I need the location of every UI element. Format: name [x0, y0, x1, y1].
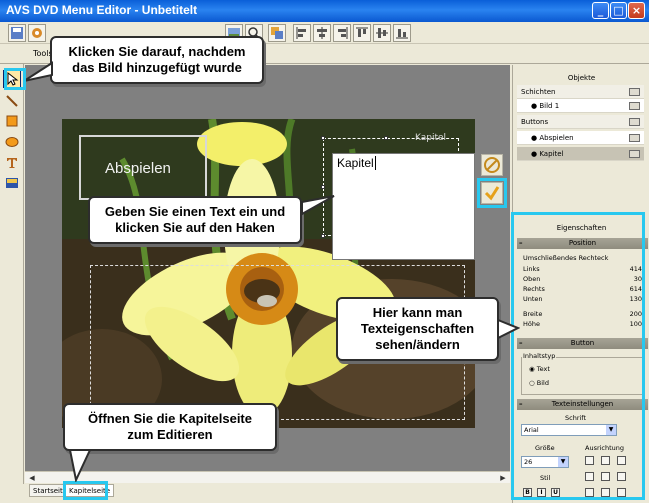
- align-extra-button[interactable]: [585, 488, 594, 497]
- callout-bottom-pointer: [68, 449, 92, 482]
- valign-top-button[interactable]: [585, 472, 594, 481]
- position-section-header[interactable]: – Position: [517, 238, 648, 249]
- resize-handle[interactable]: [321, 136, 325, 140]
- play-button-label: Abspielen: [105, 160, 171, 177]
- align-right-button[interactable]: [617, 456, 626, 465]
- align-extra-button[interactable]: [601, 488, 610, 497]
- content-type-label: Inhaltstyp: [522, 351, 557, 361]
- buttons-folder-icon: [629, 118, 640, 126]
- select-arrow-icon[interactable]: [3, 70, 21, 88]
- align-middle-icon[interactable]: [373, 24, 391, 42]
- cancel-icon: [484, 157, 500, 173]
- window-title: AVS DVD Menu Editor - Unbetitelt: [6, 3, 198, 17]
- callout-right: Hier kann man Texteigenschaften sehen/än…: [336, 297, 499, 361]
- buttons-header[interactable]: Buttons: [517, 115, 644, 129]
- button-thumb-icon: [629, 134, 640, 142]
- button-caption-cut: Kapitel: [415, 133, 447, 143]
- resize-handle[interactable]: [321, 185, 325, 189]
- button-item-abspielen[interactable]: ● Abspielen: [517, 131, 644, 145]
- minimize-button[interactable]: _: [592, 2, 609, 19]
- size-label: Größe: [535, 444, 555, 452]
- text-settings-section-header[interactable]: – Texteinstellungen: [517, 399, 648, 410]
- eye-icon: ●: [531, 150, 538, 158]
- field-bottom[interactable]: Unten 130: [523, 294, 645, 304]
- bold-button[interactable]: B: [523, 488, 532, 497]
- align-extra-button[interactable]: [617, 488, 626, 497]
- bounding-rect-label: Umschließendes Rechteck: [523, 254, 609, 262]
- line-tool-icon[interactable]: [3, 92, 21, 110]
- eye-icon: ●: [531, 134, 538, 142]
- align-top-icon[interactable]: [353, 24, 371, 42]
- rectangle-tool-icon[interactable]: [3, 112, 21, 130]
- content-type-group: [521, 357, 644, 395]
- scroll-right-icon[interactable]: ▶: [498, 473, 508, 483]
- title-bar: AVS DVD Menu Editor - Unbetitelt _ □ ×: [0, 0, 649, 22]
- align-center-button[interactable]: [601, 456, 610, 465]
- radio-image[interactable]: ○ Bild: [529, 378, 549, 388]
- callout-top: Klicken Sie darauf, nachdem das Bild hin…: [50, 36, 264, 84]
- callout-right-pointer: [497, 318, 520, 340]
- properties-panel-title: Eigenschaften: [556, 224, 607, 232]
- tools-palette: [0, 64, 24, 484]
- chevron-down-icon[interactable]: ▼: [558, 457, 568, 467]
- callout-middle-pointer: [301, 195, 335, 216]
- text-input-value: Kapitel: [337, 156, 374, 170]
- field-left[interactable]: Links 414: [523, 264, 645, 274]
- settings-icon[interactable]: [28, 24, 46, 42]
- callout-bottom: Öffnen Sie die Kapitelseite zum Editiere…: [63, 403, 277, 451]
- align-bottom-icon[interactable]: [393, 24, 411, 42]
- maximize-button[interactable]: □: [610, 2, 627, 19]
- field-right[interactable]: Rechts 614: [523, 284, 645, 294]
- button-thumb-icon: [629, 150, 640, 158]
- right-panel: Objekte Schichten ● Bild 1 Buttons ● Abs…: [512, 65, 649, 503]
- eye-icon: ●: [531, 102, 538, 110]
- font-label: Schrift: [565, 414, 587, 422]
- size-select[interactable]: 26 ▼: [521, 456, 569, 468]
- arrange-icon[interactable]: [268, 24, 286, 42]
- align-right-icon[interactable]: [333, 24, 351, 42]
- field-width[interactable]: Breite 200: [523, 309, 645, 319]
- cancel-button[interactable]: [481, 154, 503, 176]
- confirm-button[interactable]: [481, 182, 503, 204]
- callout-middle: Geben Sie einen Text ein und klicken Sie…: [88, 196, 302, 244]
- horizontal-scrollbar[interactable]: ◀ ▶: [25, 471, 510, 483]
- button-section-header[interactable]: – Button: [517, 338, 648, 349]
- align-left-button[interactable]: [585, 456, 594, 465]
- button-item-kapitel[interactable]: ● Kapitel: [517, 147, 644, 161]
- text-tool-icon[interactable]: [3, 154, 21, 172]
- layer-item[interactable]: ● Bild 1: [517, 99, 644, 113]
- style-label: Stil: [540, 474, 551, 482]
- layer-thumb-icon: [629, 102, 640, 110]
- layers-header[interactable]: Schichten: [517, 85, 644, 99]
- radio-text[interactable]: ◉ Text: [529, 364, 550, 374]
- close-button[interactable]: ×: [628, 2, 645, 19]
- image-tool-icon[interactable]: [3, 174, 21, 192]
- chevron-down-icon[interactable]: ▼: [606, 425, 616, 435]
- tab-kapitelseite[interactable]: Kapitelseite: [65, 484, 115, 497]
- alignment-label: Ausrichtung: [585, 444, 625, 452]
- scroll-left-icon[interactable]: ◀: [27, 473, 37, 483]
- field-height[interactable]: Höhe 100: [523, 319, 645, 329]
- valign-middle-button[interactable]: [601, 472, 610, 481]
- resize-handle[interactable]: [384, 136, 388, 140]
- resize-handle[interactable]: [321, 234, 325, 238]
- collapse-icon[interactable]: –: [519, 399, 523, 410]
- save-icon[interactable]: [8, 24, 26, 42]
- callout-top-pointer: [23, 61, 53, 82]
- app-window: AVS DVD Menu Editor - Unbetitelt _ □ × T…: [0, 0, 649, 503]
- ellipse-tool-icon[interactable]: [3, 133, 21, 151]
- align-left-icon[interactable]: [293, 24, 311, 42]
- valign-bottom-button[interactable]: [617, 472, 626, 481]
- collapse-icon[interactable]: –: [519, 238, 523, 249]
- objects-panel-title: Objekte: [567, 74, 596, 82]
- page-tabs: Startseite Kapitelseite: [25, 483, 510, 503]
- underline-button[interactable]: U: [551, 488, 560, 497]
- field-top[interactable]: Oben 30: [523, 274, 645, 284]
- align-center-icon[interactable]: [313, 24, 331, 42]
- text-input-field[interactable]: Kapitel: [332, 153, 475, 260]
- checkmark-icon: [484, 186, 500, 201]
- font-select[interactable]: Arial ▼: [521, 424, 617, 436]
- italic-button[interactable]: I: [537, 488, 546, 497]
- layer-folder-icon: [629, 88, 640, 96]
